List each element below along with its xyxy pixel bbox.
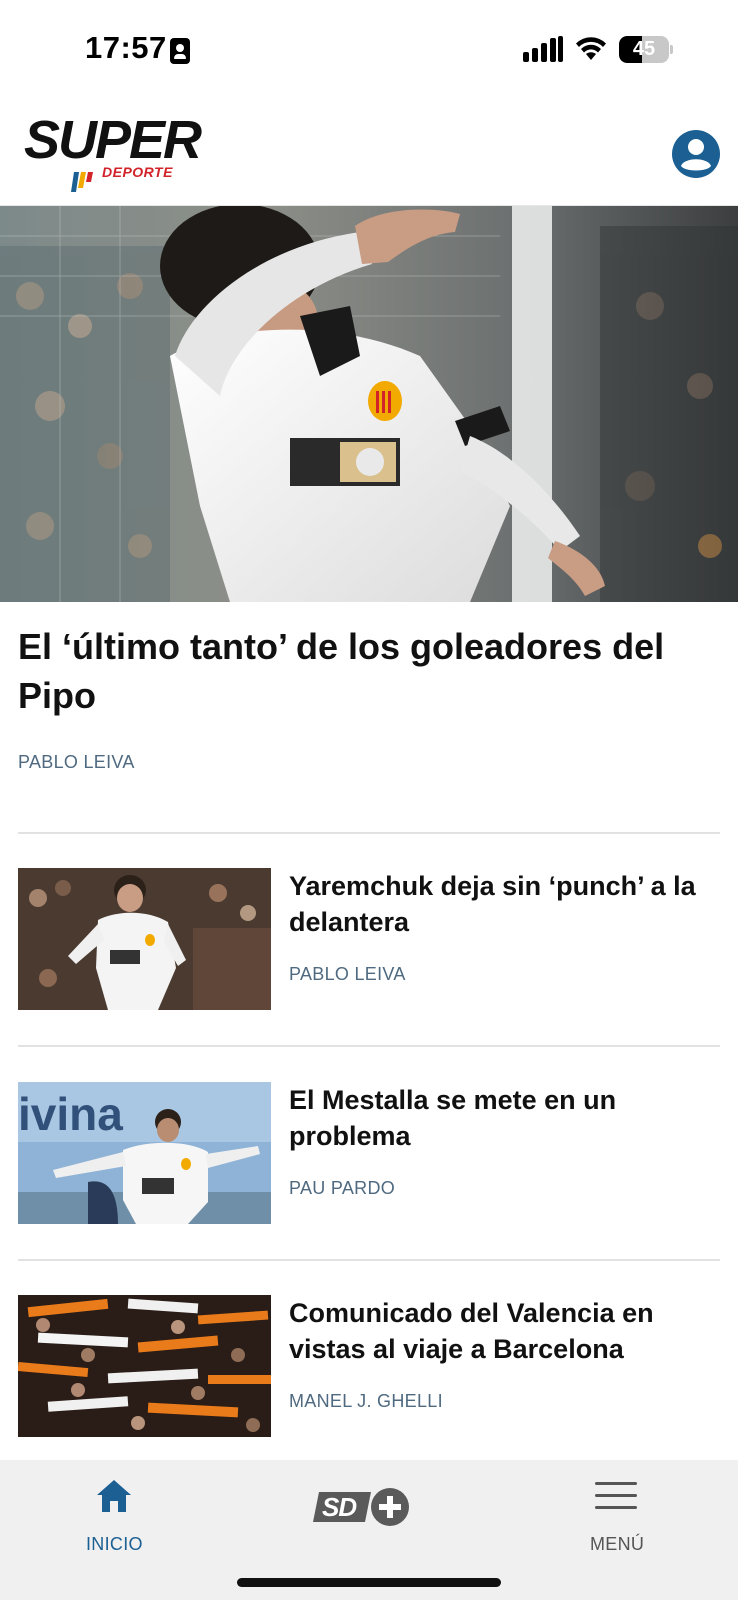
- nav-home-label: INICIO: [86, 1534, 143, 1554]
- nav-menu[interactable]: MENÚ: [568, 1460, 668, 1560]
- article-title[interactable]: El Mestalla se mete en un problema: [289, 1082, 729, 1154]
- article-thumbnail[interactable]: ivina: [18, 1082, 271, 1224]
- user-account-icon[interactable]: [672, 130, 720, 178]
- article-title[interactable]: Yaremchuk deja sin ‘punch’ a la delanter…: [289, 868, 729, 940]
- article-author: MANEL J. GHELLI: [289, 1391, 443, 1411]
- wifi-icon: [576, 37, 606, 60]
- battery-icon: 45: [619, 36, 673, 63]
- nav-menu-label: MENÚ: [590, 1534, 645, 1554]
- logo-deporte-text: DEPORTE: [102, 164, 173, 180]
- logo-super-text: SUPER: [24, 110, 202, 170]
- battery-percentage: 45: [632, 38, 656, 60]
- cellular-signal-icon: [523, 36, 563, 62]
- article-author: PABLO LEIVA: [289, 964, 406, 984]
- hero-photo: [0, 206, 738, 602]
- nav-sd-plus[interactable]: SD: [310, 1460, 410, 1560]
- divider: [18, 832, 720, 834]
- article-item[interactable]: Yaremchuk deja sin ‘punch’ a la delanter…: [18, 868, 720, 1012]
- status-bar: 17:57 45: [0, 0, 738, 100]
- id-card-icon: [170, 38, 190, 64]
- nav-home[interactable]: INICIO: [60, 1460, 170, 1560]
- article-author: PAU PARDO: [289, 1178, 396, 1198]
- article-item[interactable]: ivina El Mestalla se mete en un problema…: [18, 1082, 720, 1226]
- divider: [18, 1045, 720, 1047]
- status-time: 17:57: [85, 30, 167, 65]
- super-deporte-logo[interactable]: SUPER DEPORTE: [22, 110, 232, 194]
- article-thumbnail[interactable]: [18, 1295, 271, 1437]
- article-photo: ivina: [18, 1082, 271, 1224]
- hero-title[interactable]: El ‘último tanto’ de los goleadores del …: [18, 622, 728, 720]
- article-photo: [18, 1295, 271, 1437]
- article-thumbnail[interactable]: [18, 868, 271, 1010]
- article-photo: [18, 868, 271, 1010]
- app-header: SUPER DEPORTE: [0, 100, 738, 206]
- article-title[interactable]: Comunicado del Valencia en vistas al via…: [289, 1295, 729, 1367]
- home-icon: [97, 1480, 131, 1512]
- hero-image[interactable]: [0, 206, 738, 602]
- home-indicator[interactable]: [237, 1578, 501, 1587]
- plus-icon: [371, 1488, 409, 1526]
- hamburger-menu-icon: [595, 1482, 637, 1509]
- divider: [18, 1259, 720, 1261]
- hero-author: PABLO LEIVA: [18, 752, 135, 772]
- article-item[interactable]: Comunicado del Valencia en vistas al via…: [18, 1295, 720, 1439]
- sd-logo-text: SD: [322, 1492, 357, 1522]
- logo-flag-stripes: [71, 172, 93, 192]
- svg-text:ivina: ivina: [18, 1088, 123, 1140]
